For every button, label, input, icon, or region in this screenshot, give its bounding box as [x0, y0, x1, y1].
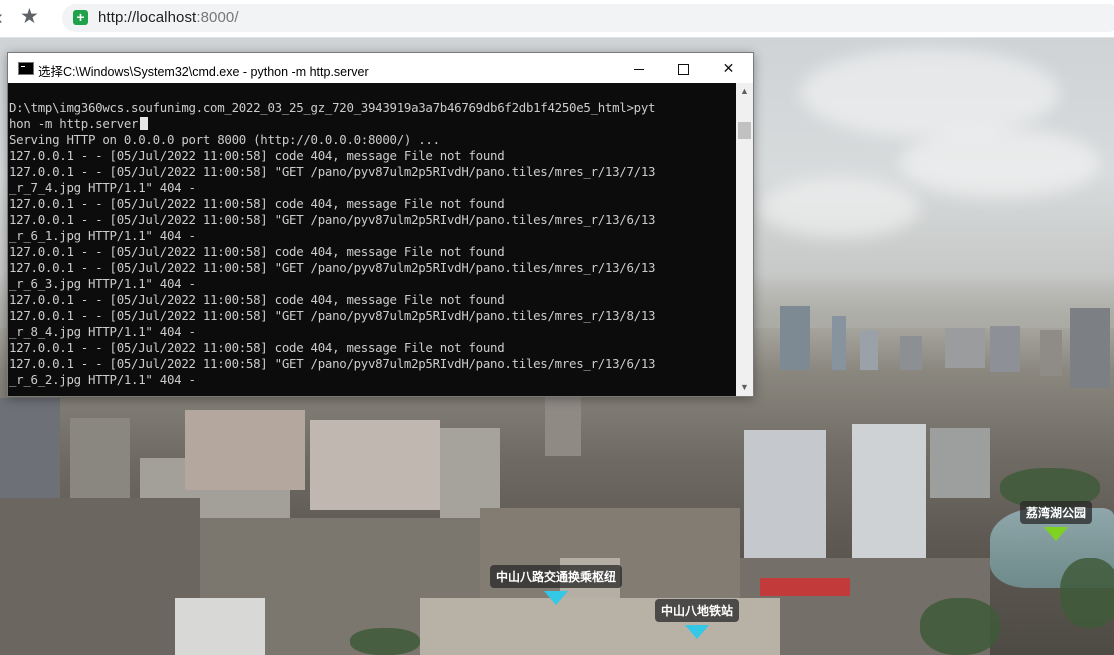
hotspot-zhongshan-metro[interactable]: 中山八地铁站: [655, 599, 740, 639]
minimize-icon: [633, 68, 644, 70]
console-line: D:\tmp\img360wcs.soufunimg.com_2022_03_2…: [9, 100, 656, 115]
hotspot-label[interactable]: 中山八地铁站: [655, 599, 740, 622]
console-line: _r_8_4.jpg HTTP/1.1" 404 -: [9, 324, 196, 339]
console-line: _r_6_2.jpg HTTP/1.1" 404 -: [9, 372, 196, 387]
close-icon: ✕: [722, 60, 735, 76]
cmd-window: 选择C:\Windows\System32\cmd.exe - python -…: [7, 52, 754, 397]
console-line: 127.0.0.1 - - [05/Jul/2022 11:00:58] "GE…: [9, 212, 656, 227]
back-arrow-icon[interactable]: ‹: [0, 7, 3, 30]
maximize-icon: [678, 63, 689, 75]
hotspot-liwan-lake-park[interactable]: 荔湾湖公园: [1020, 501, 1093, 541]
console-line: 127.0.0.1 - - [05/Jul/2022 11:00:58] "GE…: [9, 260, 656, 275]
hotspot-marker-icon[interactable]: [685, 625, 709, 639]
console-line: 127.0.0.1 - - [05/Jul/2022 11:00:58] "GE…: [9, 164, 656, 179]
console-line: 127.0.0.1 - - [05/Jul/2022 11:00:58] cod…: [9, 148, 505, 163]
url-text[interactable]: http://localhost:8000/: [98, 9, 239, 26]
hotspot-marker-icon[interactable]: [544, 591, 568, 605]
address-bar[interactable]: + http://localhost:8000/: [62, 4, 1114, 32]
console-line: hon -m http.server: [8, 116, 655, 132]
maximize-button[interactable]: [661, 53, 706, 83]
scroll-up-icon[interactable]: ▲: [736, 83, 753, 100]
console-output[interactable]: D:\tmp\img360wcs.soufunimg.com_2022_03_2…: [8, 83, 736, 396]
vertical-scrollbar[interactable]: ▲ ▼: [736, 83, 753, 396]
console-line: _r_6_1.jpg HTTP/1.1" 404 -: [9, 228, 196, 243]
console-line: _r_6_3.jpg HTTP/1.1" 404 -: [9, 276, 196, 291]
cmd-app-icon[interactable]: [18, 62, 34, 75]
hotspot-label[interactable]: 荔湾湖公园: [1020, 501, 1093, 524]
cmd-titlebar[interactable]: 选择C:\Windows\System32\cmd.exe - python -…: [8, 53, 753, 83]
hotspot-marker-icon[interactable]: [1044, 527, 1068, 541]
console-line: Serving HTTP on 0.0.0.0 port 8000 (http:…: [9, 132, 440, 147]
close-button[interactable]: ✕: [706, 53, 751, 83]
browser-toolbar: ‹ ★ + http://localhost:8000/: [0, 0, 1114, 38]
console-line: 127.0.0.1 - - [05/Jul/2022 11:00:58] "GE…: [9, 356, 656, 371]
console-line: 127.0.0.1 - - [05/Jul/2022 11:00:58] cod…: [9, 196, 505, 211]
bookmark-star-icon[interactable]: ★: [20, 6, 39, 28]
console-line: 127.0.0.1 - - [05/Jul/2022 11:00:58] cod…: [9, 292, 505, 307]
scroll-thumb[interactable]: [738, 122, 751, 139]
text-cursor: [140, 117, 149, 130]
console-line: 127.0.0.1 - - [05/Jul/2022 11:00:58] cod…: [9, 244, 505, 259]
hotspot-label[interactable]: 中山八路交通换乘枢纽: [490, 565, 623, 588]
console-line: 127.0.0.1 - - [05/Jul/2022 11:00:58] "GE…: [9, 308, 656, 323]
site-info-icon[interactable]: +: [73, 10, 88, 25]
console-line: _r_7_4.jpg HTTP/1.1" 404 -: [9, 180, 196, 195]
minimize-button[interactable]: [616, 53, 661, 83]
scroll-down-icon[interactable]: ▼: [736, 379, 753, 396]
cmd-window-title: 选择C:\Windows\System32\cmd.exe - python -…: [38, 65, 369, 79]
hotspot-zhongshan-transit[interactable]: 中山八路交通换乘枢纽: [490, 565, 623, 605]
console-line: 127.0.0.1 - - [05/Jul/2022 11:00:58] cod…: [9, 340, 505, 355]
